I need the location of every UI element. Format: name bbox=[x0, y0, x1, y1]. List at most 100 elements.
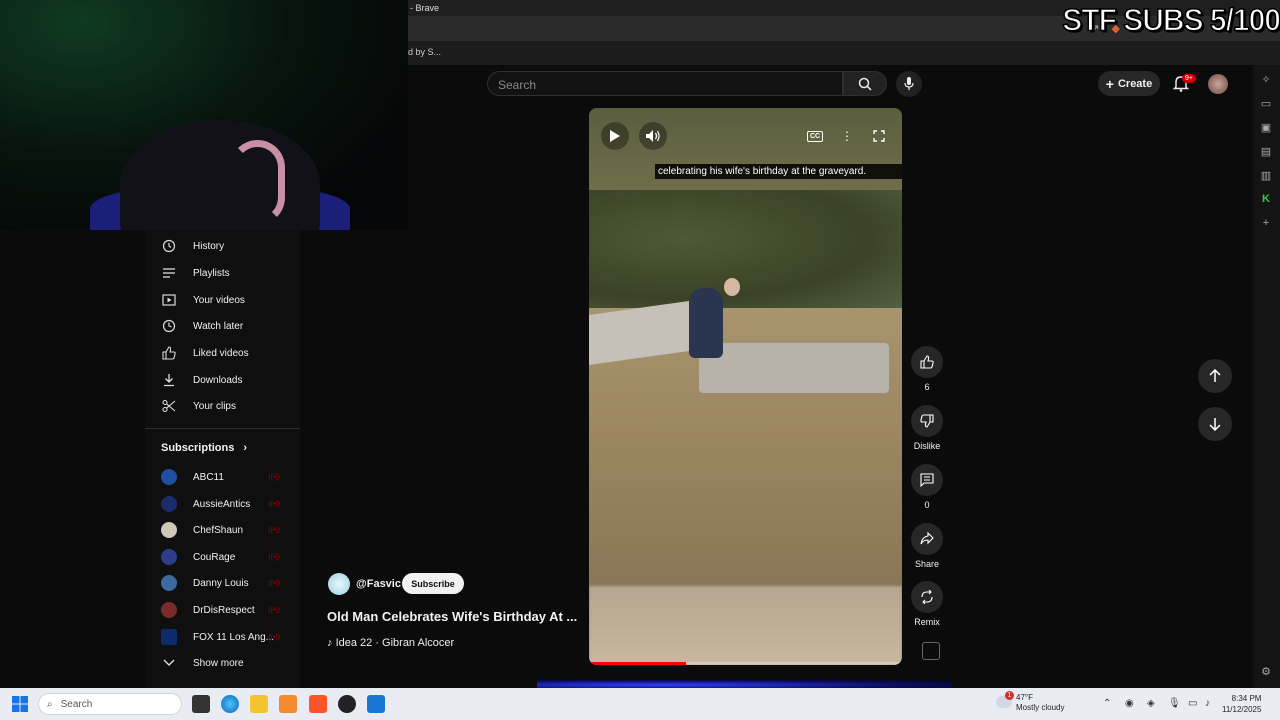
create-button[interactable]: + Create bbox=[1098, 71, 1160, 96]
kick-icon[interactable]: K bbox=[1259, 193, 1273, 207]
sidebar-item-label: Liked videos bbox=[193, 347, 249, 359]
task-view-icon[interactable] bbox=[192, 695, 210, 713]
network-icon[interactable]: ▭ bbox=[1188, 698, 1197, 709]
comments-button[interactable]: 0 bbox=[910, 464, 944, 510]
taskbar-clock[interactable]: 8:34 PM 11/12/2025 bbox=[1222, 693, 1261, 715]
brave-browser-icon[interactable] bbox=[309, 695, 327, 713]
share-button[interactable]: Share bbox=[910, 523, 944, 569]
fullscreen-icon[interactable] bbox=[869, 126, 889, 146]
play-button[interactable] bbox=[601, 122, 629, 150]
file-explorer-icon[interactable] bbox=[250, 695, 268, 713]
voice-search-button[interactable] bbox=[896, 71, 922, 97]
captions-cc-icon[interactable]: CC bbox=[805, 126, 825, 146]
video-title[interactable]: Old Man Celebrates Wife's Birthday At ..… bbox=[327, 609, 577, 624]
subscribe-button[interactable]: Subscribe bbox=[402, 573, 464, 594]
live-indicator-icon: ((•)) bbox=[268, 553, 280, 561]
channel-avatar[interactable] bbox=[328, 573, 350, 595]
search-button[interactable] bbox=[843, 71, 887, 96]
dislike-label: Dislike bbox=[913, 441, 941, 451]
live-indicator-icon: ((•)) bbox=[268, 500, 280, 508]
sidebar-item-playlists[interactable]: Playlists bbox=[145, 260, 300, 286]
bookmark-item[interactable]: d by S... bbox=[408, 47, 441, 57]
settings-gear-icon[interactable]: ⚙ bbox=[1259, 665, 1273, 679]
weather-badge: 1 bbox=[1005, 691, 1014, 700]
play-icon bbox=[610, 130, 620, 142]
sidebar-show-more[interactable]: Show more bbox=[145, 650, 300, 676]
share-label: Share bbox=[914, 559, 940, 569]
live-indicator-icon: ((•)) bbox=[268, 633, 280, 641]
clock-date: 11/12/2025 bbox=[1222, 705, 1262, 714]
sidebar: History Playlists Your videos Watch late… bbox=[145, 230, 300, 688]
obs-icon[interactable] bbox=[338, 695, 356, 713]
sound-thumbnail[interactable] bbox=[922, 642, 940, 660]
add-panel-icon[interactable]: + bbox=[1259, 217, 1273, 231]
sidebar-item-label: CouRage bbox=[193, 551, 236, 563]
clock-time: 8:34 PM bbox=[1231, 694, 1262, 703]
search-icon: ⌕ bbox=[47, 698, 53, 710]
sidebar-item-label: Danny Louis bbox=[193, 577, 249, 589]
sidebar-item-your-videos[interactable]: Your videos bbox=[145, 287, 300, 313]
search-input[interactable]: Search bbox=[487, 71, 843, 96]
taskbar-search[interactable]: ⌕ Search bbox=[38, 693, 182, 715]
account-avatar[interactable] bbox=[1208, 74, 1228, 94]
leo-ai-icon[interactable]: ✧ bbox=[1259, 73, 1273, 87]
video-caption: celebrating his wife's birthday at the g… bbox=[655, 164, 902, 179]
sidebar-sub-danny-louis[interactable]: Danny Louis ((•)) bbox=[145, 570, 300, 596]
music-label: Idea 22 · Gibran Alcocer bbox=[335, 637, 455, 649]
music-info[interactable]: ♪ Idea 22 · Gibran Alcocer bbox=[327, 637, 454, 649]
chevron-down-icon bbox=[145, 659, 193, 667]
remix-label: Remix bbox=[914, 617, 940, 627]
sidebar-item-history[interactable]: History bbox=[145, 233, 300, 259]
tray-app-icon[interactable]: ◈ bbox=[1147, 698, 1155, 709]
speaker-icon[interactable]: ♪ bbox=[1205, 698, 1210, 709]
like-button[interactable]: 6 bbox=[910, 346, 944, 392]
like-count: 6 bbox=[924, 382, 930, 392]
sidebar-item-downloads[interactable]: Downloads bbox=[145, 367, 300, 393]
scissors-icon bbox=[145, 399, 193, 413]
share-arrow-icon bbox=[920, 532, 934, 545]
dislike-button[interactable]: Dislike bbox=[910, 405, 944, 451]
sidebar-sub-courage[interactable]: CouRage ((•)) bbox=[145, 544, 300, 570]
live-indicator-icon: ((•)) bbox=[268, 526, 280, 534]
sidebar-sub-drdisrespect[interactable]: DrDisRespect ((•)) bbox=[145, 597, 300, 623]
sidebar-divider bbox=[145, 428, 300, 429]
more-options-icon[interactable]: ⋮ bbox=[837, 126, 857, 146]
tray-chevron-up-icon[interactable]: ⌃ bbox=[1103, 698, 1111, 709]
sidebar-item-label: DrDisRespect bbox=[193, 604, 255, 616]
remix-button[interactable]: Remix bbox=[910, 581, 944, 627]
next-video-button[interactable] bbox=[1198, 407, 1232, 441]
weather-widget[interactable]: 1 47°F Mostly cloudy bbox=[996, 691, 1064, 713]
media-icon[interactable]: ▭ bbox=[1259, 97, 1273, 111]
reading-list-icon[interactable]: ▥ bbox=[1259, 169, 1273, 183]
sidebar-item-your-clips[interactable]: Your clips bbox=[145, 393, 300, 419]
channel-avatar bbox=[161, 522, 177, 538]
app-icon[interactable] bbox=[279, 695, 297, 713]
sidebar-item-label: Your videos bbox=[193, 294, 245, 306]
sidebar-item-watch-later[interactable]: Watch later bbox=[145, 313, 300, 339]
live-indicator-icon: ((•)) bbox=[268, 473, 280, 481]
channel-handle[interactable]: @Fasvic bbox=[356, 578, 401, 590]
microphone-icon[interactable]: 🎙 bbox=[1168, 698, 1181, 709]
bookmarks-icon[interactable]: ▤ bbox=[1259, 145, 1273, 159]
wallet-icon[interactable]: ▣ bbox=[1259, 121, 1273, 135]
windows-start-icon[interactable] bbox=[12, 696, 28, 712]
progress-bar[interactable] bbox=[589, 662, 687, 665]
tray-app-icon[interactable]: ◉ bbox=[1125, 698, 1134, 709]
history-icon bbox=[145, 239, 193, 253]
comment-icon bbox=[920, 473, 934, 487]
subscriptions-heading[interactable]: Subscriptions › bbox=[161, 442, 247, 454]
sidebar-sub-chefshaun[interactable]: ChefShaun ((•)) bbox=[145, 517, 300, 543]
channel-avatar bbox=[161, 629, 177, 645]
volume-button[interactable] bbox=[639, 122, 667, 150]
store-icon[interactable] bbox=[367, 695, 385, 713]
sidebar-sub-abc11[interactable]: ABC11 ((•)) bbox=[145, 464, 300, 490]
previous-video-button[interactable] bbox=[1198, 359, 1232, 393]
sidebar-sub-aussieantics[interactable]: AussieAntics ((•)) bbox=[145, 491, 300, 517]
channel-avatar bbox=[161, 602, 177, 618]
edge-browser-icon[interactable] bbox=[221, 695, 239, 713]
downloads-icon bbox=[145, 373, 193, 387]
shorts-video-player[interactable]: celebrating his wife's birthday at the g… bbox=[589, 108, 902, 665]
thumbs-up-icon bbox=[920, 355, 934, 369]
sidebar-sub-fox11[interactable]: FOX 11 Los Ang... ((•)) bbox=[145, 624, 300, 650]
sidebar-item-liked-videos[interactable]: Liked videos bbox=[145, 340, 300, 366]
